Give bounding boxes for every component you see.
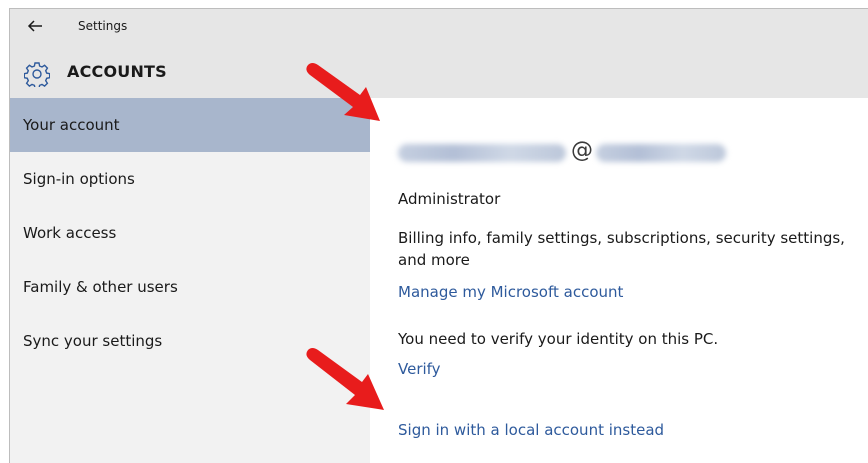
section-title: ACCOUNTS <box>67 62 167 81</box>
settings-window: Settings ACCOUNTS Your account Sign-in o… <box>9 8 868 463</box>
sidebar-item-work-access[interactable]: Work access <box>10 206 370 260</box>
sidebar-item-label: Work access <box>23 224 117 242</box>
account-email: @ <box>398 136 778 170</box>
verify-link[interactable]: Verify <box>398 360 441 378</box>
title-bar: Settings <box>10 9 868 45</box>
email-redaction-right <box>596 144 726 162</box>
back-arrow-icon[interactable] <box>24 15 46 37</box>
sidebar-item-sign-in-options[interactable]: Sign-in options <box>10 152 370 206</box>
account-role: Administrator <box>398 190 501 208</box>
sidebar-item-label: Sign-in options <box>23 170 135 188</box>
page-header: ACCOUNTS <box>10 45 868 98</box>
app-title: Settings <box>78 19 128 33</box>
sidebar-item-family-other-users[interactable]: Family & other users <box>10 260 370 314</box>
sidebar-item-label: Sync your settings <box>23 332 163 350</box>
gear-icon <box>24 62 50 87</box>
sidebar-item-label: Family & other users <box>23 278 178 296</box>
email-redaction-left <box>398 144 566 162</box>
verify-identity-text: You need to verify your identity on this… <box>398 330 719 348</box>
sign-in-local-account-link[interactable]: Sign in with a local account instead <box>398 421 664 439</box>
account-content: @ Administrator Billing info, family set… <box>370 98 868 463</box>
sidebar-item-label: Your account <box>23 116 120 134</box>
annotation-arrow-icon <box>306 63 380 121</box>
manage-microsoft-account-link[interactable]: Manage my Microsoft account <box>398 283 623 301</box>
email-at-sign: @ <box>571 138 593 163</box>
billing-description: Billing info, family settings, subscript… <box>398 229 845 269</box>
annotation-arrow-icon <box>306 348 384 410</box>
